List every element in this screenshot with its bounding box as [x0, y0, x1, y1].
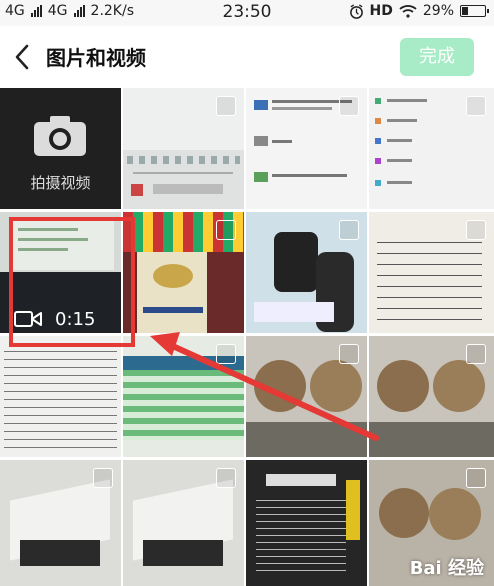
hd-indicator: HD — [369, 3, 393, 19]
app-bar: 图片和视频 完成 — [0, 26, 494, 88]
back-arrow-icon[interactable] — [10, 42, 34, 72]
done-button[interactable]: 完成 — [400, 38, 474, 76]
watermark: Bai 经验 — [409, 558, 484, 579]
annotation-arrow — [150, 332, 379, 441]
media-grid: 拍摄视频 0:15 Bai 经验 — [0, 88, 494, 586]
wifi-icon — [399, 5, 417, 18]
battery-percent: 29% — [422, 3, 454, 19]
page-title: 图片和视频 — [46, 46, 146, 70]
status-bar: 4G 4G 2.2K/s 23:50 HD 29% — [0, 0, 494, 26]
battery-icon — [460, 5, 489, 17]
alarm-icon — [349, 3, 363, 19]
